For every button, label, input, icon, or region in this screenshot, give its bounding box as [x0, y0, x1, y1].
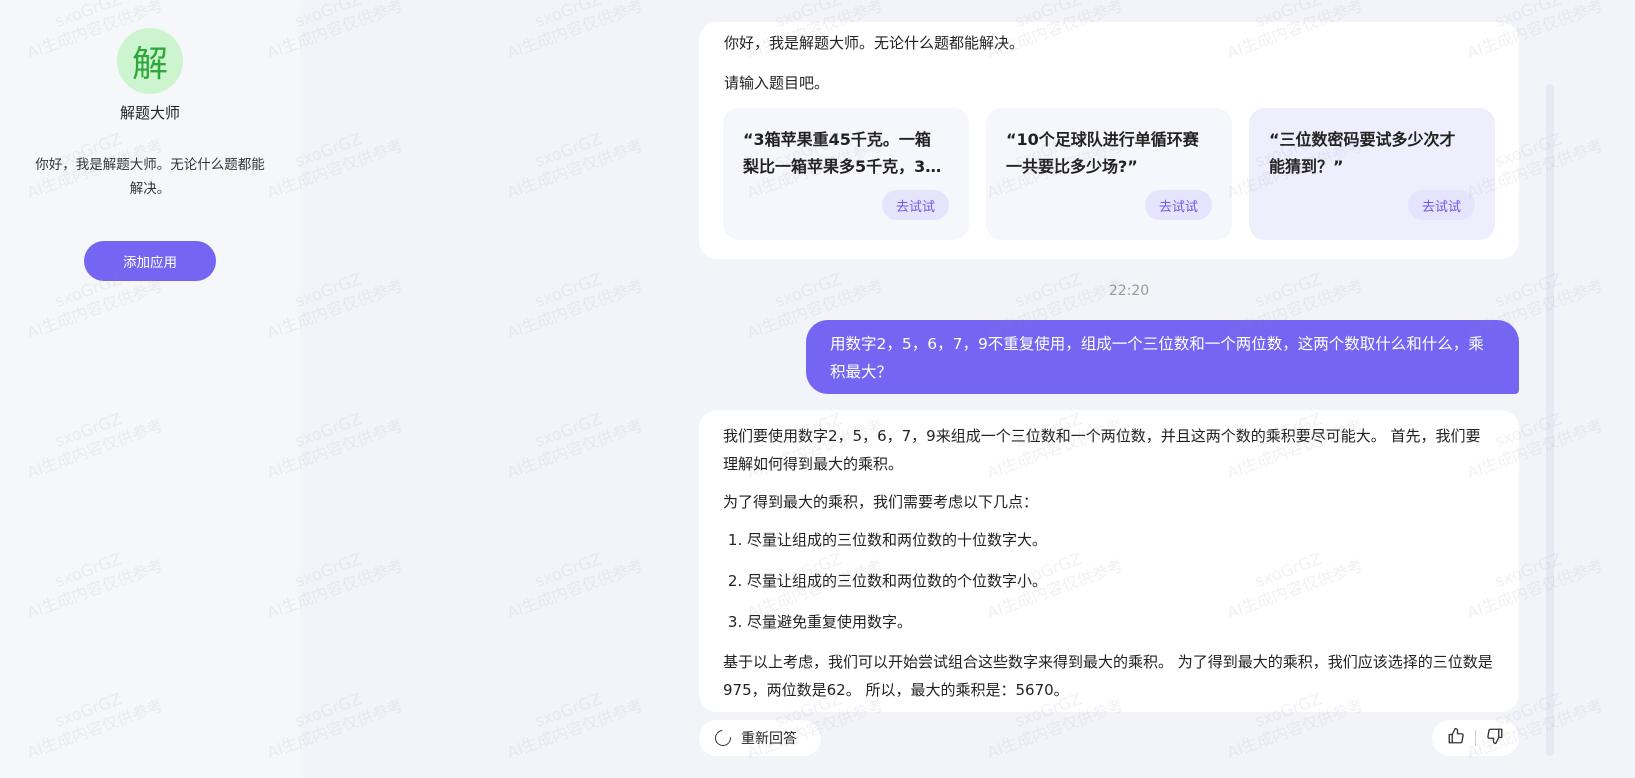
refresh-icon [711, 726, 735, 750]
answer-list: 尽量让组成的三位数和两位数的十位数字大。 尽量让组成的三位数和两位数的个位数字小… [723, 526, 1495, 636]
welcome-prompt: 请输入题目吧。 [724, 74, 830, 92]
try-button[interactable]: 去试试 [1144, 190, 1212, 220]
app-description: 你好，我是解题大师。无论什么题都能解决。 [35, 157, 265, 197]
app-root: 解 解题大师 你好，我是解题大师。无论什么题都能解决。 添加应用 你好，我是解题… [0, 0, 1635, 778]
sidebar: 解 解题大师 你好，我是解题大师。无论什么题都能解决。 添加应用 [0, 0, 300, 778]
regenerate-button[interactable]: 重新回答 [699, 720, 821, 756]
assistant-answer-card: 我们要使用数字2，5，6，7，9来组成一个三位数和一个两位数，并且这两个数的乘积… [699, 410, 1519, 712]
answer-list-item: 尽量让组成的三位数和两位数的个位数字小。 [747, 567, 1495, 595]
message-timestamp: 22:20 [1108, 283, 1150, 299]
try-button[interactable]: 去试试 [1407, 190, 1475, 220]
answer-paragraph: 我们要使用数字2，5，6，7，9来组成一个三位数和一个两位数，并且这两个数的乘积… [723, 427, 1481, 473]
app-avatar: 解 [117, 28, 183, 94]
suggestion-question: “3箱苹果重45千克。一箱梨比一箱苹果多5千克，3箱梨重多少千克？” [743, 130, 942, 176]
answer-paragraph: 为了得到最大的乘积，我们需要考虑以下几点： [723, 493, 1039, 511]
answer-paragraph: 基于以上考虑，我们可以开始尝试组合这些数字来得到最大的乘积。 为了得到最大的乘积… [723, 653, 1493, 699]
user-message-bubble: 用数字2，5，6，7，9不重复使用，组成一个三位数和一个两位数，这两个数取什么和… [806, 320, 1519, 394]
suggestion-question: “10个足球队进行单循环赛一共要比多少场?” [1006, 130, 1199, 176]
answer-list-item: 尽量让组成的三位数和两位数的十位数字大。 [747, 526, 1495, 554]
thumbs-down-icon[interactable] [1486, 727, 1504, 749]
suggestion-card-2[interactable]: “10个足球队进行单循环赛一共要比多少场?” 去试试 [986, 108, 1232, 240]
chat-area: 你好，我是解题大师。无论什么题都能解决。 请输入题目吧。 “3箱苹果重45千克。… [300, 0, 1635, 778]
answer-list-item: 尽量避免重复使用数字。 [747, 608, 1495, 636]
welcome-greeting: 你好，我是解题大师。无论什么题都能解决。 [724, 34, 1025, 52]
add-app-button[interactable]: 添加应用 [84, 241, 216, 281]
chat-scrollbar[interactable] [1546, 84, 1554, 756]
suggestion-card-1[interactable]: “3箱苹果重45千克。一箱梨比一箱苹果多5千克，3箱梨重多少千克？” 去试试 [723, 108, 969, 240]
thumbs-up-icon[interactable] [1447, 727, 1465, 749]
try-button[interactable]: 去试试 [881, 190, 949, 220]
app-name: 解题大师 [119, 104, 180, 122]
regenerate-label: 重新回答 [741, 731, 797, 747]
divider [1475, 730, 1476, 746]
welcome-card: 你好，我是解题大师。无论什么题都能解决。 请输入题目吧。 “3箱苹果重45千克。… [699, 22, 1519, 259]
suggestion-question: “三位数密码要试多少次才能猜到？” [1269, 130, 1456, 176]
suggestion-card-3[interactable]: “三位数密码要试多少次才能猜到？” 去试试 [1249, 108, 1495, 240]
feedback-group [1432, 720, 1519, 756]
